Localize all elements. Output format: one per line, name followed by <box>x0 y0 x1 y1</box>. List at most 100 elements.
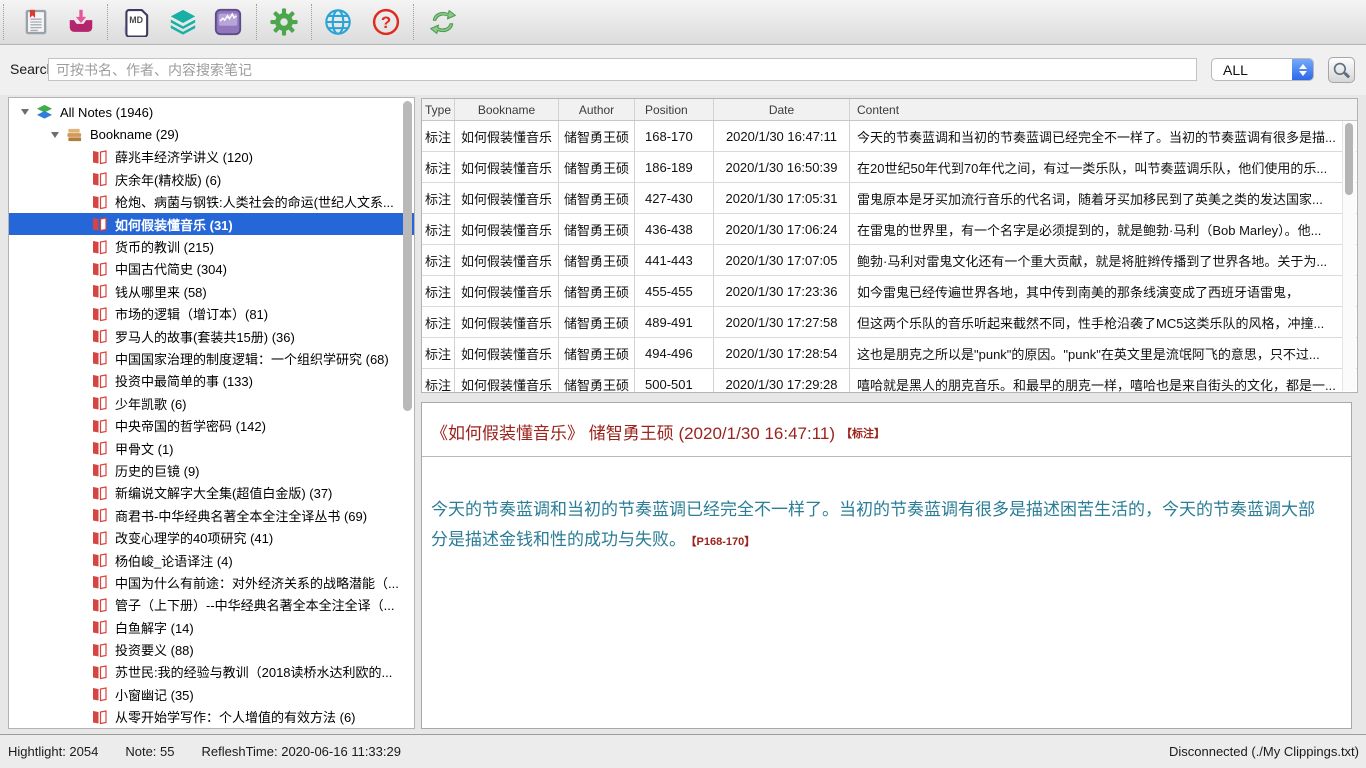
cell-position: 455-455 <box>635 276 714 306</box>
search-button[interactable] <box>1328 57 1355 83</box>
globe-icon <box>323 7 353 37</box>
cell-content: 但这两个乐队的音乐听起来截然不同，性手枪沿袭了MC5这类乐队的风格，冲撞... <box>850 307 1357 337</box>
cell-type: 标注 <box>422 307 455 337</box>
filter-dropdown[interactable]: ALL <box>1211 58 1314 81</box>
sidebar-item-book[interactable]: 庆余年(精校版) (6) <box>9 168 414 190</box>
table-row[interactable]: 标注如何假装懂音乐储智勇王硕500-5012020/1/30 17:29:28嘻… <box>422 369 1357 393</box>
column-header-position[interactable]: Position <box>635 99 714 120</box>
sidebar-item-book[interactable]: 货币的教训 (215) <box>9 235 414 257</box>
cell-content: 这也是朋克之所以是"punk"的原因。"punk"在英文里是流氓阿飞的意思，只不… <box>850 338 1357 368</box>
sidebar-item-book[interactable]: 钱从哪里来 (58) <box>9 280 414 302</box>
sidebar-item-book[interactable]: 中国为什么有前途：对外经济关系的战略潜能（... <box>9 571 414 593</box>
table-row[interactable]: 标注如何假装懂音乐储智勇王硕186-1892020/1/30 16:50:39在… <box>422 152 1357 183</box>
markdown-export-button[interactable]: MD <box>122 7 152 37</box>
detail-title-text: 《如何假装懂音乐》 储智勇王硕 (2020/1/30 16:47:11) <box>431 424 835 443</box>
sidebar-item-book[interactable]: 投资要义 (88) <box>9 638 414 660</box>
cell-date: 2020/1/30 17:28:54 <box>714 338 850 368</box>
cell-position: 427-430 <box>635 183 714 213</box>
sidebar-scrollbar-thumb[interactable] <box>403 101 412 411</box>
cell-date: 2020/1/30 16:50:39 <box>714 152 850 182</box>
detail-divider <box>422 456 1351 457</box>
cell-author: 储智勇王硕 <box>559 245 635 275</box>
cell-bookname: 如何假装懂音乐 <box>455 276 559 306</box>
column-header-bookname[interactable]: Bookname <box>455 99 559 120</box>
sidebar-item-book[interactable]: 枪炮、病菌与钢铁:人类社会的命运(世纪人文系... <box>9 191 414 213</box>
sidebar-item-book[interactable]: 改变心理学的40项研究 (41) <box>9 526 414 548</box>
book-icon <box>91 395 108 411</box>
table-row[interactable]: 标注如何假装懂音乐储智勇王硕494-4962020/1/30 17:28:54这… <box>422 338 1357 369</box>
table-row[interactable]: 标注如何假装懂音乐储智勇王硕168-1702020/1/30 16:47:11今… <box>422 121 1357 152</box>
cell-date: 2020/1/30 17:27:58 <box>714 307 850 337</box>
layers-icon <box>168 7 198 37</box>
toolbar-separator <box>107 4 108 40</box>
book-icon <box>91 664 108 680</box>
table-header: TypeBooknameAuthorPositionDateContent <box>422 99 1357 121</box>
search-input[interactable] <box>48 58 1197 81</box>
sidebar-item-book[interactable]: 市场的逻辑（增订本）(81) <box>9 303 414 325</box>
cell-type: 标注 <box>422 369 455 393</box>
toolbar-separator <box>256 4 257 40</box>
cell-type: 标注 <box>422 121 455 151</box>
column-header-author[interactable]: Author <box>559 99 635 120</box>
settings-button[interactable] <box>269 7 299 37</box>
book-icon <box>91 440 108 456</box>
table-row[interactable]: 标注如何假装懂音乐储智勇王硕489-4912020/1/30 17:27:58但… <box>422 307 1357 338</box>
book-icon <box>91 709 108 725</box>
app-window: MD <box>0 0 1366 768</box>
sidebar-item-book[interactable]: 甲骨文 (1) <box>9 437 414 459</box>
sidebar-item-book[interactable]: 管子（上下册）--中华经典名著全本全注全译（... <box>9 594 414 616</box>
statistics-button[interactable] <box>213 7 243 37</box>
sidebar-item-book[interactable]: 新编说文解字大全集(超值白金版) (37) <box>9 482 414 504</box>
notes-button[interactable] <box>21 7 51 37</box>
sidebar-item-book[interactable]: 投资中最简单的事 (133) <box>9 370 414 392</box>
sidebar-item-book[interactable]: 中国国家治理的制度逻辑：一个组织学研究 (68) <box>9 347 414 369</box>
sidebar-item-book[interactable]: 商君书-中华经典名著全本全注全译丛书 (69) <box>9 504 414 526</box>
sidebar-item-book[interactable]: 苏世民:我的经验与教训（2018读桥水达利欧的... <box>9 661 414 683</box>
column-header-type[interactable]: Type <box>422 99 455 120</box>
sidebar-item-book[interactable]: 薛兆丰经济学讲义 (120) <box>9 146 414 168</box>
book-icon <box>91 462 108 478</box>
table-row[interactable]: 标注如何假装懂音乐储智勇王硕455-4552020/1/30 17:23:36如… <box>422 276 1357 307</box>
cell-position: 500-501 <box>635 369 714 393</box>
book-icon <box>91 373 108 389</box>
sidebar-item-book[interactable]: 中央帝国的哲学密码 (142) <box>9 414 414 436</box>
sidebar-item-book[interactable]: 从零开始学写作：个人增值的有效方法 (6) <box>9 706 414 728</box>
sidebar-item-book[interactable]: 少年凯歌 (6) <box>9 392 414 414</box>
table-row[interactable]: 标注如何假装懂音乐储智勇王硕441-4432020/1/30 17:07:05鲍… <box>422 245 1357 276</box>
filter-value: ALL <box>1223 62 1248 78</box>
book-icon <box>91 216 108 232</box>
website-button[interactable] <box>323 7 353 37</box>
notes-icon <box>21 7 51 37</box>
statistics-icon <box>213 7 243 37</box>
sidebar-item-bookname-group[interactable]: Bookname (29) <box>9 123 414 145</box>
refresh-button[interactable] <box>428 7 458 37</box>
layers-export-button[interactable] <box>168 7 198 37</box>
sidebar-item-book[interactable]: 历史的巨镜 (9) <box>9 459 414 481</box>
disclosure-triangle-icon[interactable] <box>21 109 29 115</box>
cell-content: 鲍勃·马利对雷鬼文化还有一个重大贡献，就是将脏辫传播到了世界各地。关于为... <box>850 245 1357 275</box>
cell-position: 186-189 <box>635 152 714 182</box>
sidebar-item-book[interactable]: 如何假装懂音乐 (31) <box>9 213 414 235</box>
table-scrollbar-thumb[interactable] <box>1345 123 1353 195</box>
status-note-count: Note: 55 <box>125 744 174 759</box>
sidebar-item-book[interactable]: 小窗幽记 (35) <box>9 683 414 705</box>
book-icon <box>91 171 108 187</box>
sidebar-item-book[interactable]: 白鱼解字 (14) <box>9 616 414 638</box>
import-button[interactable] <box>66 7 96 37</box>
sidebar-item-book[interactable]: 中国古代简史 (304) <box>9 258 414 280</box>
help-button[interactable]: ? <box>371 7 401 37</box>
column-header-date[interactable]: Date <box>714 99 850 120</box>
sidebar-item-all-notes[interactable]: All Notes (1946) <box>9 101 414 123</box>
notes-table: TypeBooknameAuthorPositionDateContent 标注… <box>421 98 1358 393</box>
table-scrollbar-track[interactable] <box>1342 121 1356 391</box>
book-icon <box>91 306 108 322</box>
disclosure-triangle-icon[interactable] <box>51 132 59 138</box>
cell-type: 标注 <box>422 245 455 275</box>
column-header-content[interactable]: Content <box>850 99 1357 120</box>
table-row[interactable]: 标注如何假装懂音乐储智勇王硕427-4302020/1/30 17:05:31雷… <box>422 183 1357 214</box>
sidebar-item-book[interactable]: 杨伯峻_论语译注 (4) <box>9 549 414 571</box>
sidebar-item-book[interactable]: 罗马人的故事(套装共15册) (36) <box>9 325 414 347</box>
table-row[interactable]: 标注如何假装懂音乐储智勇王硕436-4382020/1/30 17:06:24在… <box>422 214 1357 245</box>
cell-bookname: 如何假装懂音乐 <box>455 338 559 368</box>
book-icon <box>91 552 108 568</box>
